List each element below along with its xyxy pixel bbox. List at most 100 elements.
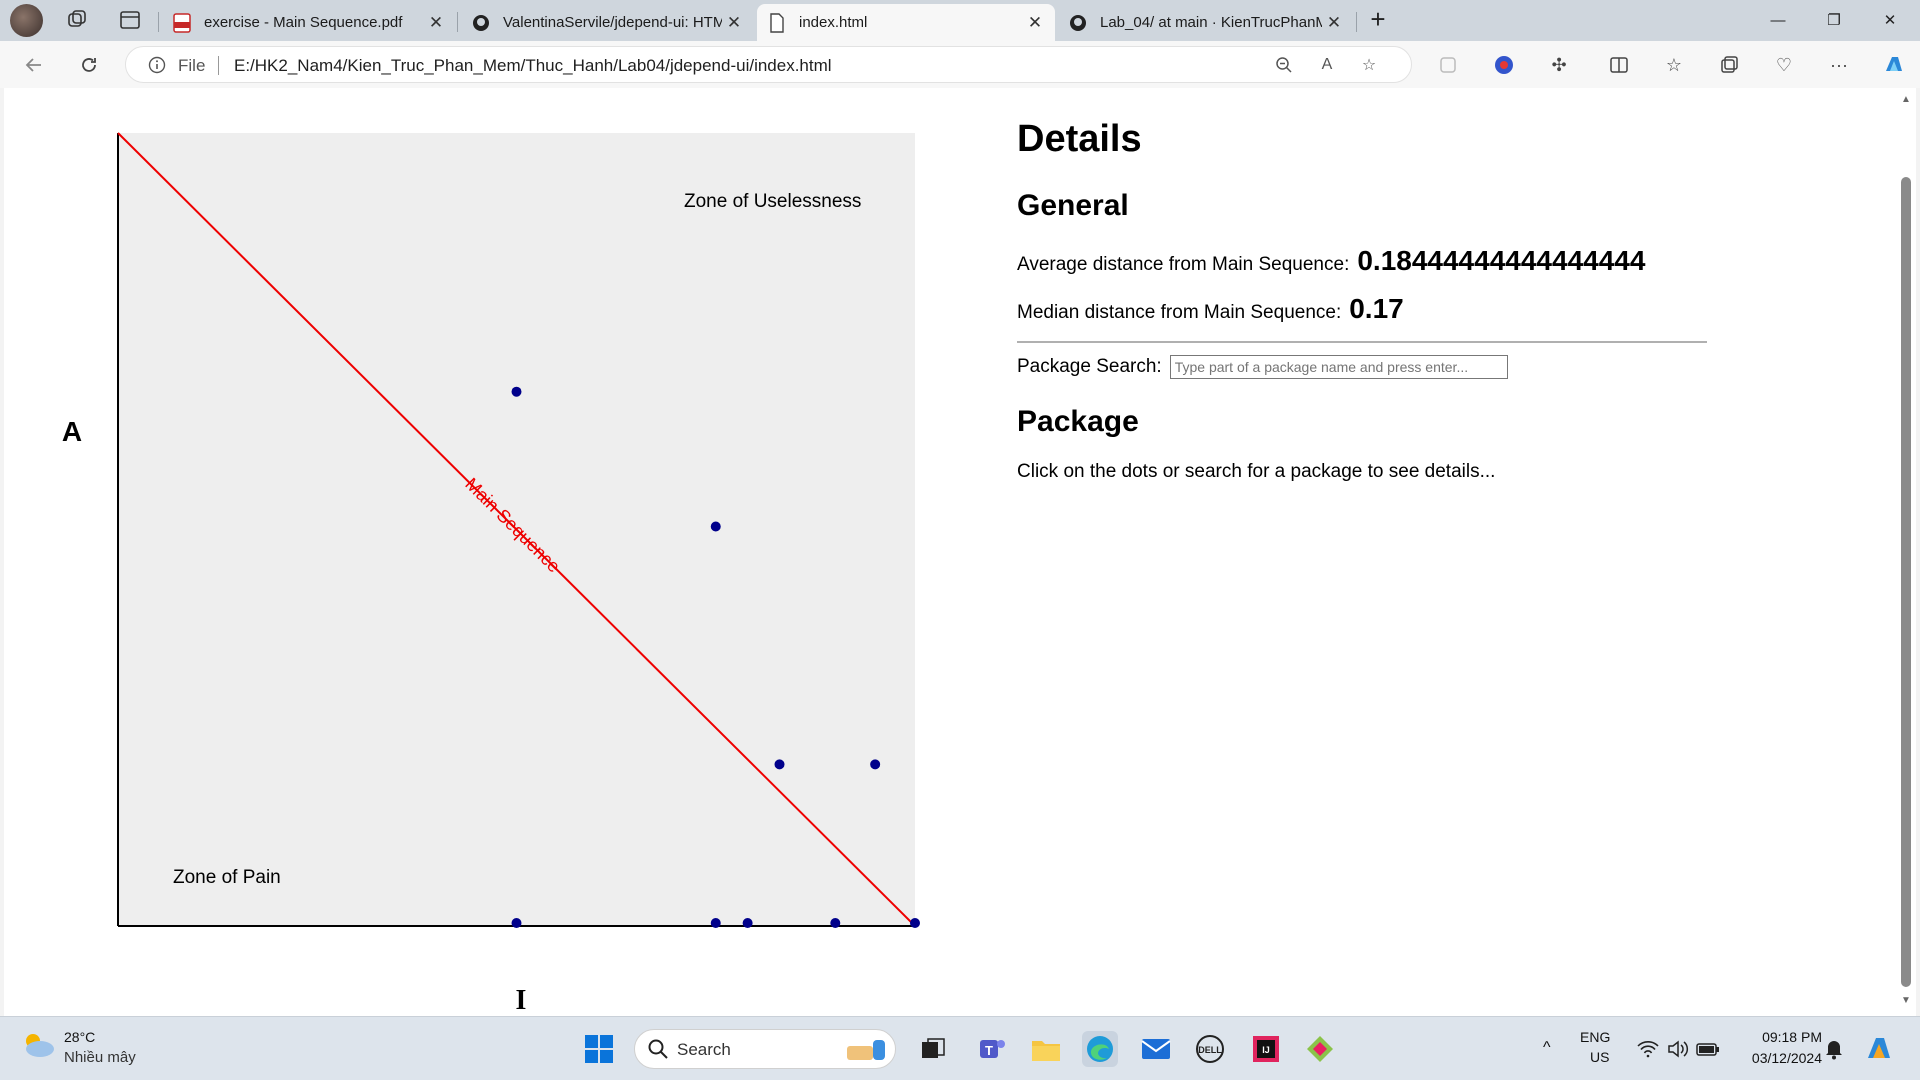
clock-time[interactable]: 09:18 PM <box>1736 1029 1822 1045</box>
median-distance-value: 0.17 <box>1349 293 1404 324</box>
close-icon[interactable]: ✕ <box>1322 11 1346 35</box>
favorites-icon[interactable]: ☆ <box>1660 51 1688 79</box>
teams-icon[interactable]: T <box>974 1031 1010 1067</box>
url-text[interactable]: E:/HK2_Nam4/Kien_Truc_Phan_Mem/Thuc_Hanh… <box>234 56 832 76</box>
split-screen-icon[interactable] <box>1605 51 1633 79</box>
close-icon[interactable]: ✕ <box>722 11 746 35</box>
tray-overflow-icon[interactable]: ^ <box>1543 1039 1551 1057</box>
x-axis-label: I <box>516 985 527 1016</box>
data-point[interactable] <box>511 918 522 928</box>
package-search-row: Package Search: <box>1017 355 1707 379</box>
tab-index-html[interactable]: index.html ✕ <box>757 4 1055 41</box>
close-icon[interactable]: ✕ <box>1023 11 1047 35</box>
task-view-icon[interactable] <box>915 1031 951 1067</box>
data-point[interactable] <box>910 918 920 928</box>
data-point[interactable] <box>830 918 841 928</box>
temperature: 28°C <box>64 1029 96 1045</box>
windows-start-icon[interactable] <box>581 1031 617 1067</box>
copilot-icon[interactable] <box>1880 51 1908 79</box>
favorite-star-icon[interactable]: ☆ <box>1358 54 1380 76</box>
minimize-button[interactable]: — <box>1750 0 1806 40</box>
data-point[interactable] <box>511 386 522 397</box>
workspaces-icon[interactable] <box>65 8 89 32</box>
read-aloud-icon[interactable]: A <box>1316 54 1338 76</box>
collections-icon[interactable] <box>1715 51 1743 79</box>
info-icon[interactable] <box>148 56 166 74</box>
git-client-icon[interactable] <box>1302 1031 1338 1067</box>
weather-cloud-icon <box>26 1034 54 1057</box>
tab-separator <box>158 12 159 32</box>
mail-icon[interactable] <box>1138 1031 1174 1067</box>
data-point[interactable] <box>710 521 721 532</box>
tab-title: Lab_04/ at main · KienTrucPhanM <box>1100 14 1322 31</box>
language-code[interactable]: ENG <box>1580 1029 1610 1045</box>
close-icon[interactable]: ✕ <box>424 11 448 35</box>
scrollbar-thumb[interactable] <box>1901 177 1911 987</box>
close-window-button[interactable]: ✕ <box>1862 0 1918 40</box>
address-bar[interactable]: File E:/HK2_Nam4/Kien_Truc_Phan_Mem/Thuc… <box>125 46 1412 83</box>
profile-avatar[interactable] <box>10 4 43 37</box>
tab-github-lab04[interactable]: Lab_04/ at main · KienTrucPhanM ✕ <box>1058 4 1354 41</box>
average-distance-value: 0.18444444444444444 <box>1357 245 1646 276</box>
median-distance-label: Median distance from Main Sequence: <box>1017 302 1342 323</box>
tab-separator <box>457 12 458 32</box>
data-point[interactable] <box>774 759 785 770</box>
edge-browser-icon[interactable] <box>1082 1031 1118 1067</box>
data-point[interactable] <box>742 918 753 928</box>
data-point[interactable] <box>870 759 881 770</box>
svg-text:T: T <box>985 1043 993 1058</box>
pdf-icon <box>172 12 192 33</box>
dell-icon[interactable]: DELL <box>1192 1031 1228 1067</box>
package-search-input[interactable] <box>1169 355 1508 379</box>
package-hint: Click on the dots or search for a packag… <box>1017 461 1496 482</box>
details-panel: Details General Average distance from Ma… <box>1017 118 1707 483</box>
divider <box>1017 341 1707 343</box>
details-heading: Details <box>1017 118 1142 160</box>
new-tab-button[interactable]: + <box>1364 6 1392 34</box>
package-heading: Package <box>1017 405 1139 438</box>
extensions-puzzle-icon[interactable]: ✣ <box>1545 51 1573 79</box>
scroll-up-arrow[interactable]: ▲ <box>1899 94 1913 108</box>
copilot-taskbar-icon[interactable] <box>1861 1031 1897 1067</box>
tab-title: ValentinaServile/jdepend-ui: HTM <box>503 14 722 31</box>
general-heading: General <box>1017 189 1129 222</box>
windows-taskbar: 28°C Nhiều mây Search T DELL IJ ^ ENG US <box>0 1016 1920 1080</box>
y-axis-label: A <box>62 416 82 447</box>
performance-heart-icon[interactable]: ♡ <box>1770 51 1798 79</box>
main-sequence-chart: Main Sequence Zone of Uselessness Zone o… <box>62 132 920 1016</box>
average-distance-label: Average distance from Main Sequence: <box>1017 254 1350 275</box>
average-distance-row: Average distance from Main Sequence: 0.1… <box>1017 245 1707 277</box>
clock-date[interactable]: 03/12/2024 <box>1736 1050 1822 1066</box>
tab-github-jdepend[interactable]: ValentinaServile/jdepend-ui: HTM ✕ <box>461 4 754 41</box>
more-menu-icon[interactable]: ··· <box>1825 51 1853 79</box>
file-explorer-icon[interactable] <box>1028 1031 1064 1067</box>
package-search-label: Package Search: <box>1017 356 1162 377</box>
tab-separator <box>1356 12 1357 32</box>
intellij-icon[interactable]: IJ <box>1248 1031 1284 1067</box>
taskbar-search[interactable]: Search <box>634 1029 896 1069</box>
refresh-button[interactable] <box>73 49 105 81</box>
page-content: Main Sequence Zone of Uselessness Zone o… <box>4 88 1900 1016</box>
weather-condition: Nhiều mây <box>64 1049 136 1066</box>
restore-button[interactable]: ❐ <box>1806 0 1862 40</box>
zone-pain-label: Zone of Pain <box>173 867 281 888</box>
extension-shield-icon[interactable] <box>1434 51 1462 79</box>
search-icon <box>647 1038 669 1065</box>
tab-actions-icon[interactable] <box>118 8 142 32</box>
data-point[interactable] <box>710 918 721 928</box>
github-icon <box>471 13 491 33</box>
language-region[interactable]: US <box>1590 1049 1609 1065</box>
svg-text:IJ: IJ <box>1262 1045 1270 1055</box>
extension-globe-icon[interactable] <box>1490 51 1518 79</box>
battery-icon[interactable] <box>1690 1031 1726 1067</box>
weather-widget[interactable]: 28°C Nhiều mây <box>20 1029 136 1066</box>
zoom-icon[interactable] <box>1273 54 1295 76</box>
back-button[interactable] <box>18 49 50 81</box>
search-highlight-icon <box>845 1036 889 1069</box>
notification-bell-icon[interactable] <box>1816 1031 1852 1067</box>
scroll-down-arrow[interactable]: ▼ <box>1899 995 1913 1009</box>
browser-toolbar: File E:/HK2_Nam4/Kien_Truc_Phan_Mem/Thuc… <box>0 41 1920 88</box>
address-divider <box>218 56 219 75</box>
tab-title: exercise - Main Sequence.pdf <box>204 14 403 31</box>
tab-pdf[interactable]: exercise - Main Sequence.pdf ✕ <box>162 4 456 41</box>
